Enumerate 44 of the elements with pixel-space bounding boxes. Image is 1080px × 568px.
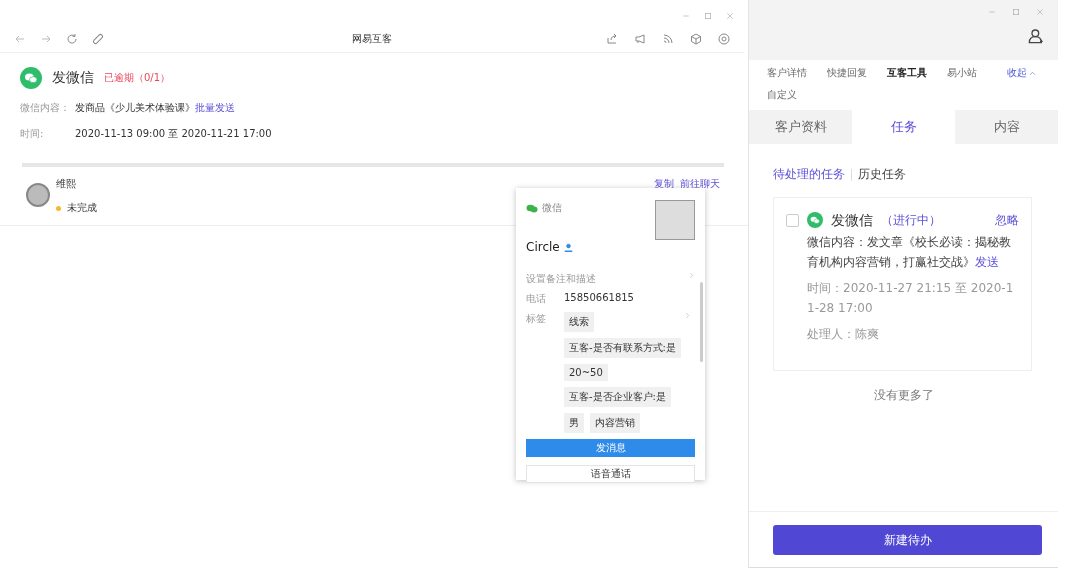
nav-tab[interactable]: 互客工具 [887, 66, 947, 80]
phone-label: 电话 [526, 292, 547, 306]
assignee-name: 维熙 [56, 177, 77, 191]
task-handler: 处理人：陈爽 [807, 326, 880, 343]
task-status: 已逾期（0/1） [104, 71, 171, 85]
phone-number: 15850661815 [564, 292, 634, 303]
task-status: （进行中） [881, 212, 942, 229]
assignee-status: 未完成 [67, 201, 97, 215]
action-link[interactable]: 前往聊天 [680, 177, 720, 191]
content-text: 发商品《少儿美术体验课》 [75, 101, 195, 115]
task-title: 发微信 [831, 211, 873, 230]
task-content: 微信内容：发文章《校长必读：揭秘教育机构内容营销，打赢社交战》发送 [807, 234, 1012, 271]
collapse-toggle[interactable]: 收起 [1007, 66, 1036, 80]
send-link[interactable]: 发送 [975, 255, 999, 269]
sub-tab[interactable]: 内容 [955, 110, 1058, 144]
nav-tab[interactable]: 快捷回复 [827, 66, 887, 80]
nav-tab[interactable]: 自定义 [767, 88, 827, 102]
action-link[interactable]: 复制 [654, 177, 674, 191]
tags-label: 标签 [526, 312, 547, 326]
window-title: 网易互客 [352, 32, 392, 46]
tag: 互客-是否有联系方式:是 [564, 338, 681, 358]
task-time: 时间：2020-11-27 21:15 至 2020-11-28 17:00 [807, 280, 1015, 317]
app-label: 微信 [542, 201, 562, 215]
batch-send-link[interactable]: 批量发送 [195, 101, 235, 115]
sub-tab[interactable]: 客户资料 [749, 110, 852, 144]
tag: 互客-是否企业客户:是 [564, 387, 671, 407]
tag: 20~50 [564, 364, 608, 381]
nav-tab[interactable]: 客户详情 [767, 66, 827, 80]
end-note: 没有更多了 [873, 387, 934, 404]
content-label: 微信内容： [20, 101, 71, 115]
tag: 线索 [564, 312, 594, 332]
tag: 男 [564, 413, 584, 433]
send-message-button[interactable]: 发消息 [526, 439, 695, 457]
contact-name: Circle [526, 240, 560, 254]
task-filter[interactable]: 待处理的任务 [773, 166, 845, 183]
task-filter[interactable]: 历史任务 [858, 166, 906, 183]
tag: 内容营销 [590, 413, 640, 433]
ignore-link[interactable]: 忽略 [995, 210, 1019, 230]
time-label: 时间: [20, 127, 45, 141]
time-text: 2020-11-13 09:00 至 2020-11-21 17:00 [75, 127, 272, 141]
voice-call-button[interactable]: 语音通话 [526, 465, 695, 483]
task-title: 发微信 [52, 69, 94, 87]
new-todo-button[interactable]: 新建待办 [773, 525, 1042, 555]
nav-tab[interactable]: 易小站 [947, 66, 1007, 80]
